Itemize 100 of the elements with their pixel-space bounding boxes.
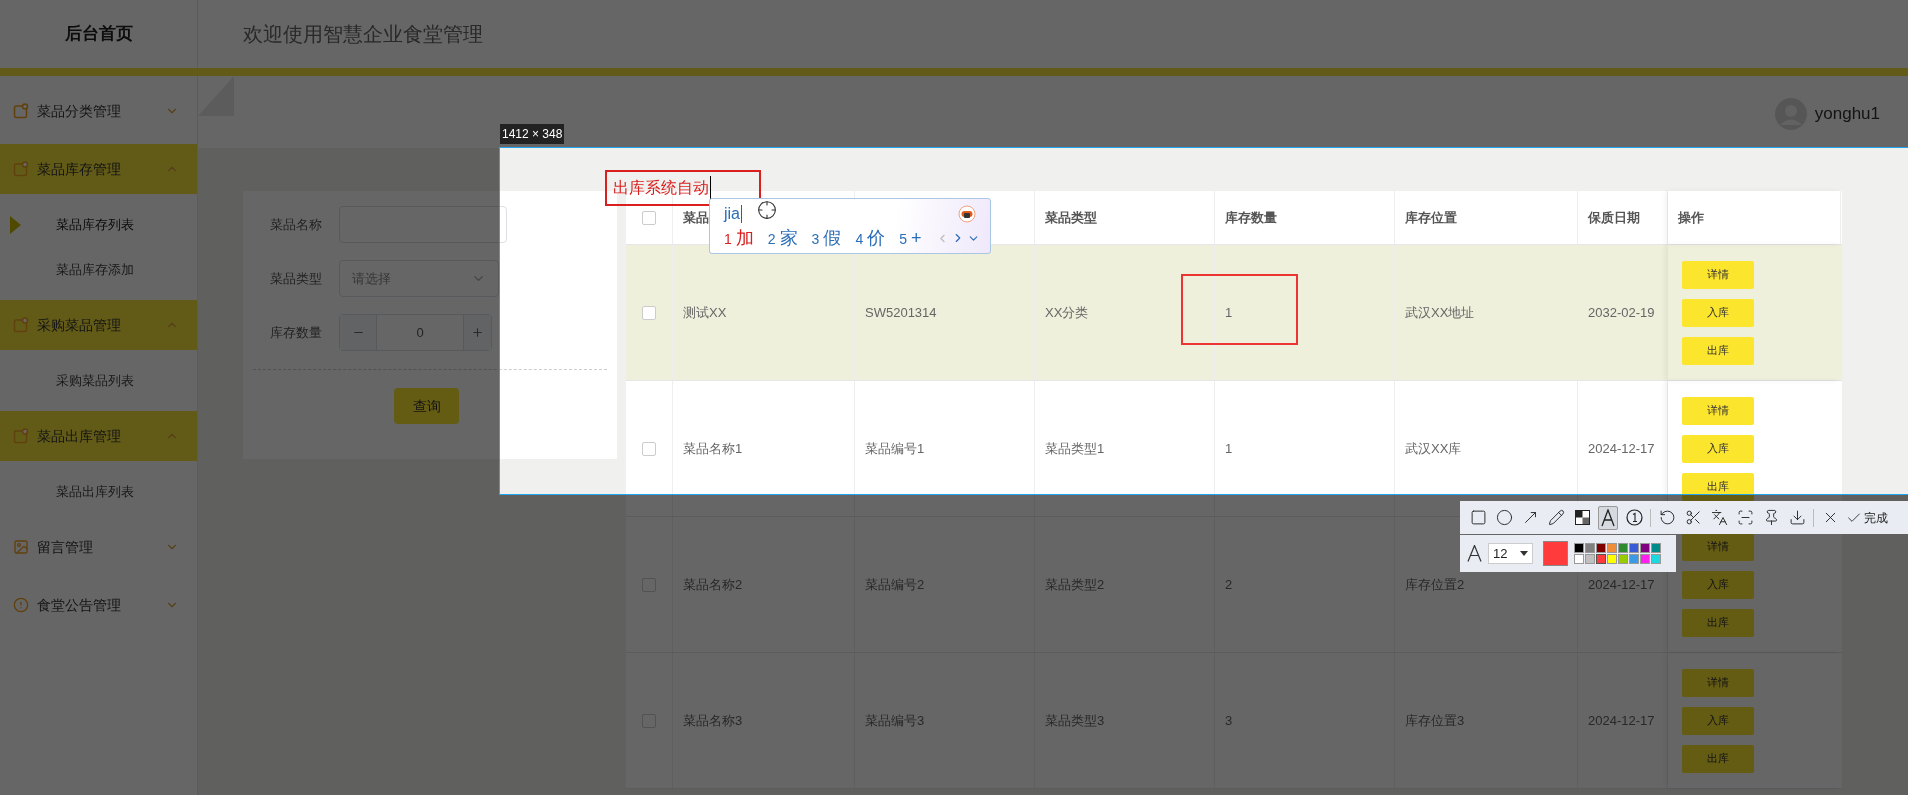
color-swatch[interactable] <box>1640 554 1650 564</box>
sidebar-item[interactable]: 采购菜品列表 <box>56 370 134 391</box>
color-swatch[interactable] <box>1574 554 1584 564</box>
sidebar-item[interactable]: 菜品出库列表 <box>56 481 134 502</box>
table-row[interactable]: 菜品名称1 菜品编号1 菜品类型1 1 武汉XX库 2024-12-17 详情 入库 出库 <box>626 381 1842 517</box>
tool-button[interactable] <box>1598 505 1618 530</box>
sidebar-group[interactable]: 采购菜品管理 <box>0 300 197 350</box>
input-field[interactable] <box>339 206 507 243</box>
color-swatch[interactable] <box>1651 543 1661 553</box>
undo-icon <box>1658 509 1676 526</box>
brand-title[interactable]: 后台首页 <box>64 21 133 47</box>
note-icon <box>13 428 29 444</box>
color-swatch[interactable] <box>1596 543 1606 553</box>
download-icon <box>1788 509 1806 526</box>
action-button[interactable]: 入库 <box>1682 570 1754 599</box>
note-icon <box>13 317 29 333</box>
table-cell-text: 2 <box>1225 575 1233 594</box>
color-swatch[interactable] <box>1585 554 1595 564</box>
action-button[interactable]: 入库 <box>1682 298 1754 327</box>
table-cell-text: 库存位置2 <box>1405 575 1465 594</box>
color-swatch[interactable] <box>1607 554 1617 564</box>
table-cell-text: 菜品名称2 <box>683 575 743 594</box>
table-cell-text: 菜品类型1 <box>1045 439 1105 458</box>
table-cell-text: 测试XX <box>683 303 727 322</box>
ellipse-tool-icon <box>1495 509 1513 526</box>
translate-icon <box>1710 509 1728 526</box>
text-tool-icon <box>1599 508 1617 527</box>
font-size-icon <box>1467 545 1482 562</box>
column-header: 库存位置 <box>1405 208 1457 227</box>
table-cell-text: 2024-12-17 <box>1588 711 1655 730</box>
size-label: 1412 × 348 <box>500 124 565 144</box>
table-cell-text: 3 <box>1225 711 1233 730</box>
number-tool-icon <box>1625 509 1643 526</box>
action-button[interactable]: 出库 <box>1682 608 1754 637</box>
table-cell-text: SW5201314 <box>865 303 937 322</box>
table-cell-text: 库存位置3 <box>1405 711 1465 730</box>
action-button[interactable]: 出库 <box>1682 472 1754 501</box>
crosshair-cursor-icon <box>757 200 777 220</box>
action-button[interactable]: 详情 <box>1682 532 1754 561</box>
table-row[interactable]: 菜品名称3 菜品编号3 菜品类型3 3 库存位置3 2024-12-17 详情 入库 出库 <box>626 653 1842 789</box>
table-cell-text: 菜品类型3 <box>1045 711 1105 730</box>
table-cell-text: 1 <box>1225 439 1233 458</box>
pencil-icon <box>1547 509 1565 526</box>
table-cell-text: 2032-02-19 <box>1588 303 1655 322</box>
column-header: 库存数量 <box>1225 208 1277 227</box>
page-title: 欢迎使用智慧企业食堂管理 <box>243 22 483 47</box>
table-cell-text: 2024-12-17 <box>1588 575 1655 594</box>
checkbox[interactable] <box>642 210 656 225</box>
sidebar-group[interactable]: 菜品出库管理 <box>0 411 197 461</box>
note-icon <box>13 161 29 177</box>
current-color[interactable] <box>1543 541 1568 566</box>
user-name[interactable]: yonghu1 <box>1814 101 1880 127</box>
checkbox[interactable] <box>642 441 656 456</box>
sidebar-item[interactable]: 菜品库存列表 <box>56 214 134 235</box>
table-cell-text: 菜品名称1 <box>683 439 743 458</box>
action-button[interactable]: 详情 <box>1682 668 1754 697</box>
scissors-icon <box>1684 509 1702 526</box>
table-cell-text: 菜品编号2 <box>865 575 925 594</box>
done-button[interactable]: 完成 <box>1846 508 1888 527</box>
table-cell-text: XX分类 <box>1045 303 1089 322</box>
action-button[interactable]: 详情 <box>1682 260 1754 289</box>
color-swatch[interactable] <box>1629 554 1639 564</box>
column-header: 菜品类型 <box>1045 208 1097 227</box>
color-swatch[interactable] <box>1585 543 1595 553</box>
action-button[interactable]: 出库 <box>1682 744 1754 773</box>
color-swatch[interactable] <box>1607 543 1617 553</box>
table-cell-text: 武汉XX地址 <box>1405 303 1475 322</box>
color-swatch[interactable] <box>1640 543 1650 553</box>
table-cell-text: 菜品编号1 <box>865 439 925 458</box>
color-swatch[interactable] <box>1651 554 1661 564</box>
table-cell-text: 菜品类型2 <box>1045 575 1105 594</box>
note-icon <box>13 103 29 119</box>
caret-down-icon <box>1520 551 1528 556</box>
action-button[interactable]: 入库 <box>1682 434 1754 463</box>
field-label: 菜品类型 <box>269 269 323 288</box>
table-cell-text: 1 <box>1225 303 1233 322</box>
color-swatch[interactable] <box>1596 554 1606 564</box>
field-label: 库存数量 <box>269 323 323 342</box>
action-button[interactable]: 出库 <box>1682 336 1754 365</box>
action-button[interactable]: 详情 <box>1682 396 1754 425</box>
table-cell-text: 2024-12-17 <box>1588 439 1655 458</box>
action-button[interactable]: 入库 <box>1682 706 1754 735</box>
mosaic-icon <box>1574 510 1590 525</box>
color-swatch[interactable] <box>1629 543 1639 553</box>
sidebar-group[interactable]: 菜品库存管理 <box>0 144 197 194</box>
checkbox[interactable] <box>642 305 656 320</box>
color-swatch[interactable] <box>1618 554 1628 564</box>
column-header: 保质日期 <box>1588 208 1640 227</box>
color-swatch[interactable] <box>1574 543 1584 553</box>
image-icon <box>13 539 29 555</box>
scan-icon <box>1736 509 1754 526</box>
search-button[interactable]: 查询 <box>394 388 459 424</box>
field-label: 菜品名称 <box>269 215 323 234</box>
rectangle-tool-icon <box>1469 509 1487 526</box>
sidebar-item[interactable]: 菜品库存添加 <box>56 259 134 280</box>
alert-icon <box>13 597 29 613</box>
font-size-select[interactable]: 12 <box>1488 543 1533 564</box>
column-header: 操作 <box>1678 208 1704 227</box>
color-swatch[interactable] <box>1618 543 1628 553</box>
table-cell-text: 菜品名称3 <box>683 711 743 730</box>
